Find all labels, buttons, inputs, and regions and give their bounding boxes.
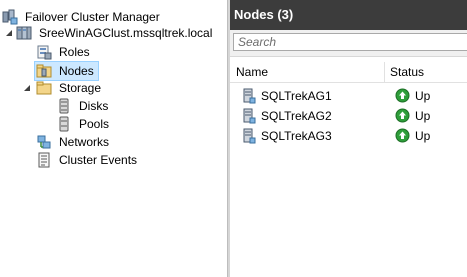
search-bar bbox=[230, 30, 467, 57]
cluster-events-icon bbox=[36, 152, 52, 168]
tree-item-label: Failover Cluster Manager bbox=[25, 10, 160, 24]
status-cell: Up bbox=[395, 128, 430, 143]
node-name-cell: SQLTrekAG2 bbox=[240, 108, 332, 124]
column-header-status[interactable]: Status bbox=[390, 65, 424, 79]
tree-item-networks[interactable]: Networks bbox=[36, 133, 111, 151]
status-up-icon bbox=[395, 108, 410, 123]
networks-icon bbox=[36, 134, 52, 150]
node-name-cell: SQLTrekAG1 bbox=[240, 88, 332, 104]
tree-item-label: SreeWinAGClust.mssqltrek.local bbox=[39, 26, 213, 40]
failover-cluster-manager-icon bbox=[2, 9, 18, 25]
nodes-icon bbox=[36, 63, 52, 79]
pane-title: Nodes (3) bbox=[230, 0, 467, 30]
column-header-row: Name Status bbox=[230, 62, 467, 83]
tree-item-disks[interactable]: Disks bbox=[56, 97, 110, 115]
status-up-icon bbox=[395, 128, 410, 143]
pools-icon bbox=[56, 116, 72, 132]
tree-item-label: Cluster Events bbox=[59, 153, 138, 167]
search-input[interactable] bbox=[233, 33, 467, 51]
tree-item-cluster-events[interactable]: Cluster Events bbox=[36, 151, 139, 169]
server-node-icon bbox=[240, 128, 256, 144]
status-text: Up bbox=[415, 108, 431, 123]
cluster-icon bbox=[16, 25, 32, 41]
tree-item-nodes[interactable]: Nodes bbox=[34, 61, 99, 81]
table-row[interactable]: SQLTrekAG1 Up bbox=[230, 86, 467, 106]
storage-folder-icon bbox=[36, 80, 52, 96]
tree-item-label: Nodes bbox=[59, 64, 94, 78]
navigation-tree: Failover Cluster Manager SreeWinAGClust.… bbox=[0, 0, 227, 277]
status-up-icon bbox=[395, 88, 410, 103]
server-node-icon bbox=[240, 88, 256, 104]
node-name: SQLTrekAG2 bbox=[261, 109, 332, 123]
tree-item-label: Storage bbox=[59, 81, 102, 95]
roles-icon bbox=[36, 44, 52, 60]
tree-item-label: Networks bbox=[59, 135, 110, 149]
collapse-arrow-icon[interactable] bbox=[4, 24, 14, 42]
server-node-icon bbox=[240, 108, 256, 124]
node-name: SQLTrekAG3 bbox=[261, 129, 332, 143]
tree-item-label: Pools bbox=[79, 117, 110, 131]
tree-item-storage[interactable]: Storage bbox=[36, 79, 103, 97]
status-text: Up bbox=[415, 128, 431, 143]
table-row[interactable]: SQLTrekAG2 Up bbox=[230, 106, 467, 126]
status-cell: Up bbox=[395, 108, 430, 123]
tree-item-pools[interactable]: Pools bbox=[56, 115, 111, 133]
table-row[interactable]: SQLTrekAG3 Up bbox=[230, 126, 467, 146]
nodes-pane: Nodes (3) Name Status SQLTrekAG1 bbox=[230, 0, 467, 277]
status-cell: Up bbox=[395, 88, 430, 103]
tree-item-cluster[interactable]: SreeWinAGClust.mssqltrek.local bbox=[16, 24, 214, 42]
collapse-arrow-icon[interactable] bbox=[22, 79, 32, 97]
node-name-cell: SQLTrekAG3 bbox=[240, 128, 332, 144]
tree-item-label: Disks bbox=[79, 99, 109, 113]
node-name: SQLTrekAG1 bbox=[261, 89, 332, 103]
disks-icon bbox=[56, 98, 72, 114]
column-header-name[interactable]: Name bbox=[236, 65, 268, 79]
status-text: Up bbox=[415, 88, 431, 103]
tree-item-label: Roles bbox=[59, 45, 90, 59]
tree-item-roles[interactable]: Roles bbox=[36, 43, 92, 61]
column-divider[interactable] bbox=[384, 62, 385, 82]
